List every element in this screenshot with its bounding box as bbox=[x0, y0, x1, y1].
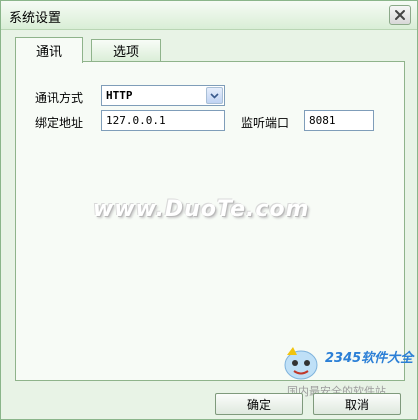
method-select[interactable]: HTTP bbox=[101, 85, 225, 106]
method-label: 通讯方式 bbox=[35, 91, 84, 105]
ok-button[interactable]: 确定 bbox=[215, 393, 303, 415]
cancel-button[interactable]: 取消 bbox=[313, 393, 401, 415]
logo-brand: 2345软件大全 bbox=[325, 351, 414, 366]
tab-communication[interactable]: 通讯 bbox=[15, 37, 83, 63]
port-label: 监听端口 bbox=[241, 116, 290, 130]
close-icon bbox=[394, 9, 406, 21]
window-title: 系统设置 bbox=[9, 11, 62, 26]
address-label: 绑定地址 bbox=[35, 116, 84, 130]
close-button[interactable] bbox=[389, 5, 411, 25]
port-input[interactable]: 8081 bbox=[304, 110, 374, 131]
tab-options[interactable]: 选项 bbox=[91, 39, 161, 61]
watermark: www.DuoTe.com bbox=[93, 197, 310, 222]
method-select-value: HTTP bbox=[106, 89, 133, 102]
settings-dialog: 系统设置 通讯 选项 通讯方式 HTTP 绑定地址 127.0.0.1 监听端口… bbox=[0, 0, 418, 420]
address-input[interactable]: 127.0.0.1 bbox=[101, 110, 225, 131]
mascot-icon bbox=[279, 343, 323, 386]
title-bar: 系统设置 bbox=[1, 1, 417, 30]
chevron-down-icon[interactable] bbox=[206, 87, 223, 104]
